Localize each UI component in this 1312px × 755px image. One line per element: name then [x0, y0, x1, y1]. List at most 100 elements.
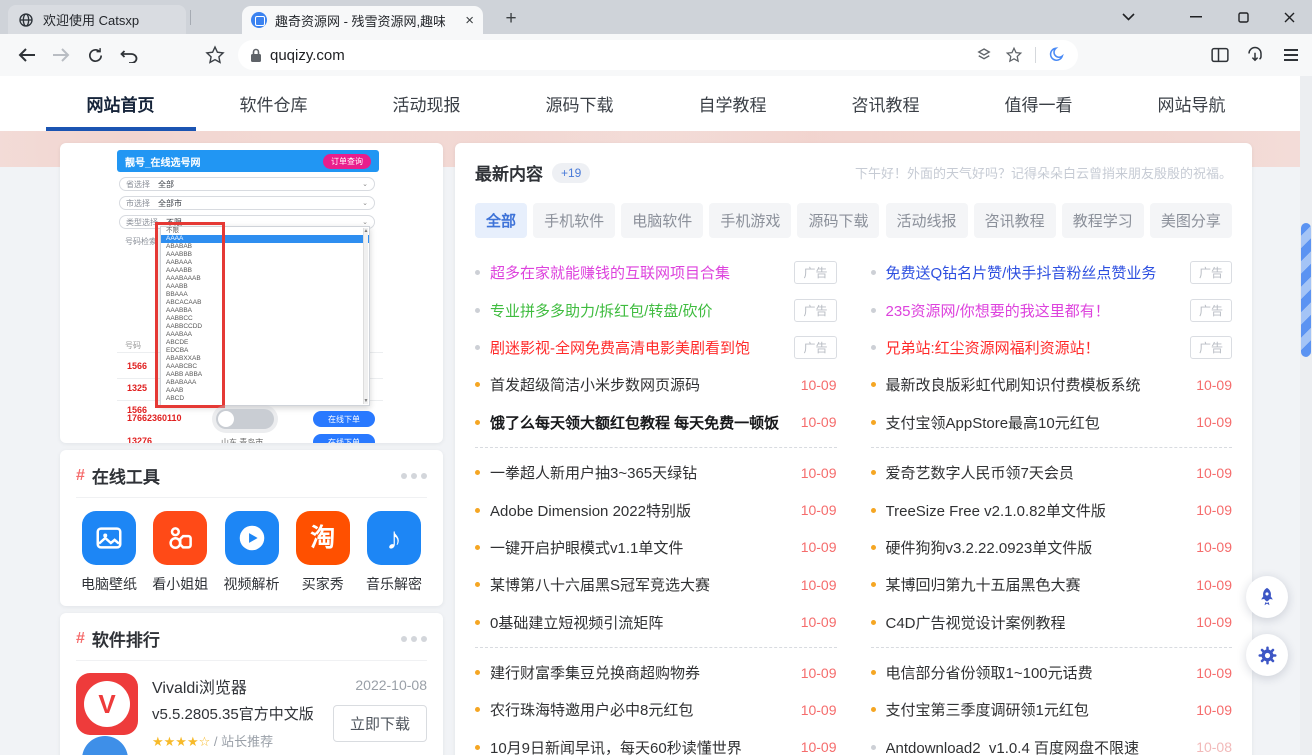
- item-title[interactable]: 剧迷影视-全网免费高清电影美剧看到饱: [490, 337, 784, 358]
- music-icon: ♪: [367, 511, 421, 565]
- maximize-button[interactable]: [1220, 0, 1266, 34]
- reload-button[interactable]: [80, 34, 110, 76]
- item-title[interactable]: 专业拼多多助力/拆红包/转盘/砍价: [490, 300, 784, 321]
- scrollbar-thumb[interactable]: [1301, 223, 1311, 357]
- item-title[interactable]: 支付宝领AppStore最高10元红包: [886, 412, 1187, 433]
- tab-strip: 欢迎使用 Catsxp 趣奇资源网 - 残雪资源网,趣味奇妙 × +: [0, 0, 1312, 34]
- tab-quqizy-active[interactable]: 趣奇资源网 - 残雪资源网,趣味奇妙 ×: [242, 6, 483, 34]
- download-now-button[interactable]: 立即下载: [333, 705, 427, 742]
- item-title[interactable]: 免费送Q钻名片赞/快手抖音粉丝点赞业务: [886, 262, 1180, 283]
- nav-item-6[interactable]: 咨讯教程: [852, 76, 920, 131]
- menu-hamburger-icon[interactable]: [1276, 34, 1306, 76]
- item-title[interactable]: 某博第八十六届黑S冠军竞选大赛: [490, 574, 791, 595]
- item-title[interactable]: 兄弟站:红尘资源网福利资源站！: [886, 337, 1180, 358]
- nav-item-7[interactable]: 值得一看: [1005, 76, 1073, 131]
- nav-item-1[interactable]: 网站首页: [87, 76, 155, 131]
- tool-3[interactable]: 视频解析: [219, 511, 285, 594]
- bullet-icon: [871, 745, 876, 750]
- nav-item-2[interactable]: 软件仓库: [240, 76, 308, 131]
- tool-5[interactable]: ♪音乐解密: [361, 511, 427, 594]
- list-item: 最新改良版彩虹代刷知识付费模板系统 10-09: [871, 366, 1233, 403]
- more-dots-icon[interactable]: [401, 636, 427, 642]
- tool-screenshot-card[interactable]: 靓号_在线选号网 订单查询 省选择全部⌄ 市选择全部市⌄ 类型选择不限⌄ 号码检…: [60, 143, 443, 443]
- feed-divider: [871, 447, 1233, 448]
- filter-tab-9[interactable]: 美图分享: [1150, 203, 1232, 238]
- tab-close-icon[interactable]: ×: [465, 13, 474, 28]
- item-title[interactable]: 某博回归第九十五届黑色大赛: [886, 574, 1187, 595]
- filter-tab-5[interactable]: 源码下载: [797, 203, 879, 238]
- ad-badge: 广告: [1190, 261, 1232, 284]
- list-item: 电信部分省份领取1~100元话费10-09: [871, 654, 1233, 691]
- back-to-top-rocket-button[interactable]: [1246, 576, 1288, 618]
- back-button[interactable]: [12, 34, 42, 76]
- item-date: 10-09: [801, 465, 837, 481]
- close-window-button[interactable]: [1266, 0, 1312, 34]
- item-title[interactable]: 爱奇艺数字人民币领7天会员: [886, 462, 1187, 483]
- item-title[interactable]: 最新改良版彩虹代刷知识付费模板系统: [886, 374, 1187, 395]
- new-tab-button[interactable]: +: [499, 7, 523, 31]
- item-title[interactable]: 235资源网/你想要的我这里都有！: [886, 300, 1180, 321]
- nav-item-3[interactable]: 活动现报: [393, 76, 461, 131]
- undo-navigation-button[interactable]: [114, 34, 144, 76]
- list-item: TreeSize Free v2.1.0.82单文件版10-09: [871, 491, 1233, 528]
- item-date: 10-09: [801, 502, 837, 518]
- order-now-button: 在线下单: [313, 434, 375, 443]
- phone-number: 17662360110: [127, 413, 182, 423]
- item-title[interactable]: 超多在家就能赚钱的互联网项目合集: [490, 262, 784, 283]
- bullet-icon: [475, 670, 480, 675]
- item-date: 10-09: [801, 614, 837, 630]
- bullet-icon: [871, 508, 876, 513]
- list-item: 兄弟站:红尘资源网福利资源站！广告: [871, 329, 1233, 366]
- item-title[interactable]: 支付宝第三季度调研领1元红包: [886, 699, 1187, 720]
- item-title[interactable]: 饿了么每天领大额红包教程 每天免费一顿饭: [490, 412, 791, 433]
- item-title[interactable]: 0基础建立短视频引流矩阵: [490, 612, 791, 633]
- tab-search-chevron-icon[interactable]: [1105, 0, 1151, 34]
- list-item: 剧迷影视-全网免费高清电影美剧看到饱广告: [475, 329, 837, 366]
- tab-welcome[interactable]: 欢迎使用 Catsxp: [8, 5, 186, 34]
- red-highlight-box: [155, 222, 225, 408]
- item-title[interactable]: 电信部分省份领取1~100元话费: [886, 662, 1187, 683]
- minimize-button[interactable]: [1173, 0, 1219, 34]
- tool-4[interactable]: 淘买家秀: [290, 511, 356, 594]
- item-title[interactable]: 一键开启护眼模式v1.1单文件: [490, 537, 791, 558]
- software-name[interactable]: Vivaldi浏览器: [152, 674, 319, 698]
- settings-gear-button[interactable]: [1246, 634, 1288, 676]
- item-title[interactable]: 农行珠海特邀用户必中8元红包: [490, 699, 791, 720]
- item-date: 10-09: [1196, 577, 1232, 593]
- forward-button[interactable]: [46, 34, 76, 76]
- nav-item-5[interactable]: 自学教程: [699, 76, 767, 131]
- download-icon[interactable]: [1240, 34, 1270, 76]
- layers-icon[interactable]: [975, 46, 993, 64]
- page-scrollbar[interactable]: [1300, 76, 1312, 755]
- filter-tab-7[interactable]: 咨讯教程: [974, 203, 1056, 238]
- dark-mode-moon-icon[interactable]: [1048, 46, 1066, 64]
- item-title[interactable]: Antdownload2_v1.0.4 百度网盘不限速: [886, 737, 1187, 755]
- more-dots-icon[interactable]: [401, 473, 427, 479]
- item-title[interactable]: C4D广告视觉设计案例教程: [886, 612, 1187, 633]
- item-title[interactable]: 首发超级简洁小米步数网页源码: [490, 374, 791, 395]
- split-view-icon[interactable]: [1205, 34, 1235, 76]
- filter-tab-4[interactable]: 手机游戏: [709, 203, 791, 238]
- url-bar[interactable]: quqizy.com: [238, 40, 1078, 70]
- bookmark-star-icon[interactable]: [1005, 46, 1023, 64]
- filter-tab-8[interactable]: 教程学习: [1062, 203, 1144, 238]
- software-rank-item[interactable]: V Vivaldi浏览器 v5.5.2805.35官方中文版 ★★★★☆ / 站…: [76, 673, 427, 750]
- item-title[interactable]: TreeSize Free v2.1.0.82单文件版: [886, 500, 1187, 521]
- item-title[interactable]: 10月9日新闻早讯，每天60秒读懂世界: [490, 737, 791, 755]
- filter-tab-2[interactable]: 手机软件: [533, 203, 615, 238]
- tool-1[interactable]: 电脑壁纸: [76, 511, 142, 594]
- item-title[interactable]: 一拳超人新用户抽3~365天绿钻: [490, 462, 791, 483]
- filter-tab-3[interactable]: 电脑软件: [621, 203, 703, 238]
- item-title[interactable]: 建行财富季集豆兑换商超购物券: [490, 662, 791, 683]
- item-title[interactable]: Adobe Dimension 2022特别版: [490, 500, 791, 521]
- home-star-icon[interactable]: [200, 34, 230, 76]
- software-version: v5.5.2805.35官方中文版: [152, 703, 319, 724]
- tool-2[interactable]: 看小姐姐: [147, 511, 213, 594]
- item-title[interactable]: 硬件狗狗v3.2.22.0923单文件版: [886, 537, 1187, 558]
- filter-tab-6[interactable]: 活动线报: [886, 203, 968, 238]
- url-text[interactable]: quqizy.com: [270, 47, 345, 64]
- nav-item-4[interactable]: 源码下载: [546, 76, 614, 131]
- item-date: 10-09: [1196, 377, 1232, 393]
- nav-item-8[interactable]: 网站导航: [1158, 76, 1226, 131]
- filter-tab-1[interactable]: 全部: [475, 203, 527, 238]
